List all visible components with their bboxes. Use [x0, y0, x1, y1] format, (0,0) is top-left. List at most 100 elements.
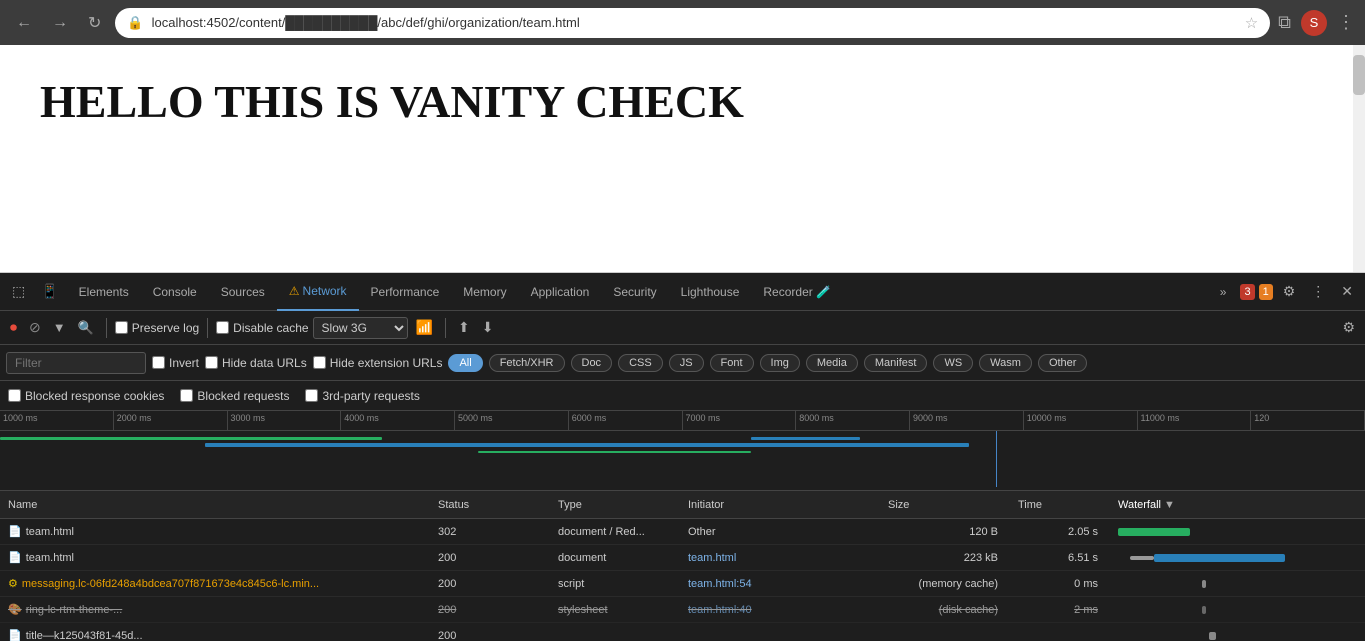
blocked-cookies-label[interactable]: Blocked response cookies — [8, 389, 164, 403]
table-row[interactable]: ⚙ messaging.lc-06fd248a4bdcea707f871673e… — [0, 571, 1365, 597]
row-3-size: (disk cache) — [880, 604, 1010, 616]
tab-lighthouse[interactable]: Lighthouse — [669, 273, 752, 311]
tab-sources[interactable]: Sources — [209, 273, 277, 311]
warn-badge: 1 — [1259, 284, 1273, 300]
url-text[interactable]: localhost:4502/content/██████████/abc/de… — [152, 15, 1237, 30]
blocked-bar: Blocked response cookies Blocked request… — [0, 381, 1365, 411]
browser-actions: ⧉ S ⋮ — [1278, 10, 1355, 36]
disable-cache-label[interactable]: Disable cache — [216, 321, 308, 335]
chip-js[interactable]: JS — [669, 354, 704, 372]
tick-3000: 3000 ms — [228, 411, 342, 430]
blocked-cookies-checkbox[interactable] — [8, 389, 21, 402]
row-3-type: stylesheet — [550, 604, 680, 616]
devtools-inspect-button[interactable]: ⬚ — [4, 277, 33, 306]
col-header-waterfall[interactable]: Waterfall ▼ — [1110, 499, 1365, 511]
network-settings-button[interactable]: ⚙ — [1338, 317, 1359, 338]
tick-11000: 11000 ms — [1138, 411, 1252, 430]
initiator-link-2[interactable]: team.html:54 — [688, 578, 752, 590]
preserve-log-checkbox[interactable] — [115, 321, 128, 334]
tab-console[interactable]: Console — [141, 273, 209, 311]
preserve-log-label[interactable]: Preserve log — [115, 321, 199, 335]
chip-img[interactable]: Img — [760, 354, 800, 372]
devtools-more-button[interactable]: ⋮ — [1303, 277, 1333, 306]
filter-button[interactable]: ▼ — [49, 318, 70, 337]
tab-security[interactable]: Security — [601, 273, 668, 311]
devtools-close-button[interactable]: ✕ — [1333, 277, 1361, 306]
table-row[interactable]: 📄 title—k125043f81-45d... 200 — [0, 623, 1365, 641]
more-tabs-button[interactable]: » — [1208, 273, 1239, 311]
chip-other[interactable]: Other — [1038, 354, 1088, 372]
scrollbar-track[interactable] — [1353, 45, 1365, 272]
blocked-requests-checkbox[interactable] — [180, 389, 193, 402]
invert-label[interactable]: Invert — [152, 356, 199, 370]
search-button[interactable]: 🔍 — [74, 318, 98, 338]
col-header-time[interactable]: Time — [1010, 499, 1110, 511]
upload-button[interactable]: ⬆ — [454, 317, 474, 338]
devtools-device-button[interactable]: 📱 — [33, 277, 66, 306]
hide-data-urls-checkbox[interactable] — [205, 356, 218, 369]
chip-css[interactable]: CSS — [618, 354, 663, 372]
chip-fetch-xhr[interactable]: Fetch/XHR — [489, 354, 565, 372]
row-1-type: document — [550, 552, 680, 564]
forward-button[interactable]: → — [46, 10, 74, 36]
row-1-initiator[interactable]: team.html — [680, 552, 880, 564]
bookmark-icon[interactable]: ☆ — [1245, 14, 1258, 32]
filter-input[interactable] — [6, 352, 146, 374]
col-header-type[interactable]: Type — [550, 499, 680, 511]
tab-recorder[interactable]: Recorder 🧪 — [751, 273, 843, 311]
scrollbar-thumb[interactable] — [1353, 55, 1365, 95]
chip-wasm[interactable]: Wasm — [979, 354, 1032, 372]
timeline[interactable]: 1000 ms 2000 ms 3000 ms 4000 ms 5000 ms … — [0, 411, 1365, 491]
tab-elements[interactable]: Elements — [67, 273, 141, 311]
tab-memory[interactable]: Memory — [451, 273, 518, 311]
table-row[interactable]: 📄 team.html 200 document team.html 223 k… — [0, 545, 1365, 571]
col-header-name[interactable]: Name — [0, 499, 430, 511]
chip-all[interactable]: All — [448, 354, 482, 372]
tab-application[interactable]: Application — [519, 273, 602, 311]
wf-bar-1a — [1130, 556, 1154, 560]
devtools-panel: ⬚ 📱 Elements Console Sources ⚠ Network P… — [0, 273, 1365, 641]
row-2-time: 0 ms — [1010, 578, 1110, 590]
table-row[interactable]: 📄 team.html 302 document / Red... Other … — [0, 519, 1365, 545]
tick-7000: 7000 ms — [683, 411, 797, 430]
hide-data-urls-label[interactable]: Hide data URLs — [205, 356, 307, 370]
table-row[interactable]: 🎨 ring-lc-rtm-theme-... 200 stylesheet t… — [0, 597, 1365, 623]
chip-media[interactable]: Media — [806, 354, 858, 372]
tab-performance[interactable]: Performance — [359, 273, 452, 311]
row-3-initiator[interactable]: team.html:40 — [680, 604, 880, 616]
chip-doc[interactable]: Doc — [571, 354, 613, 372]
hide-extension-urls-label[interactable]: Hide extension URLs — [313, 356, 443, 370]
stop-button[interactable]: ⊘ — [25, 317, 45, 338]
blocked-requests-label[interactable]: Blocked requests — [180, 389, 289, 403]
hide-extension-urls-checkbox[interactable] — [313, 356, 326, 369]
invert-checkbox[interactable] — [152, 356, 165, 369]
chip-font[interactable]: Font — [710, 354, 754, 372]
avatar-button[interactable]: S — [1301, 10, 1327, 36]
initiator-link-3[interactable]: team.html:40 — [688, 604, 752, 616]
doc-icon: 📄 — [8, 525, 22, 538]
tab-network[interactable]: ⚠ Network — [277, 273, 359, 311]
more-button[interactable]: ⋮ — [1337, 12, 1355, 33]
col-header-status[interactable]: Status — [430, 499, 550, 511]
third-party-label[interactable]: 3rd-party requests — [305, 389, 419, 403]
tick-2000: 2000 ms — [114, 411, 228, 430]
download-button[interactable]: ⬇ — [478, 317, 498, 338]
wifi-icon-btn[interactable]: 📶 — [412, 317, 437, 338]
chip-manifest[interactable]: Manifest — [864, 354, 928, 372]
back-button[interactable]: ← — [10, 10, 38, 36]
disable-cache-checkbox[interactable] — [216, 321, 229, 334]
initiator-link-1[interactable]: team.html — [688, 552, 736, 564]
row-3-time: 2 ms — [1010, 604, 1110, 616]
network-warn-icon: ⚠ — [289, 284, 300, 298]
third-party-checkbox[interactable] — [305, 389, 318, 402]
row-2-initiator[interactable]: team.html:54 — [680, 578, 880, 590]
chip-ws[interactable]: WS — [933, 354, 973, 372]
record-button[interactable]: ⏺ — [6, 317, 21, 338]
throttle-select[interactable]: Slow 3G No throttling Fast 3G — [313, 317, 408, 339]
settings-button[interactable]: ⚙ — [1275, 277, 1304, 306]
doc-icon: 📄 — [8, 551, 22, 564]
col-header-initiator[interactable]: Initiator — [680, 499, 880, 511]
refresh-button[interactable]: ↻ — [82, 9, 107, 37]
col-header-size[interactable]: Size — [880, 499, 1010, 511]
extensions-button[interactable]: ⧉ — [1278, 12, 1291, 33]
